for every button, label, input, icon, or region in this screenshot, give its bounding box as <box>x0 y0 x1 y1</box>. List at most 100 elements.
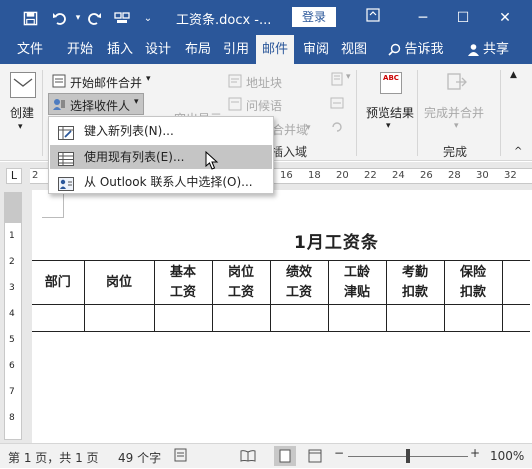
abc-icon-label: ABC <box>383 74 399 82</box>
rules-dropdown-icon[interactable]: ▾ <box>346 72 351 82</box>
tab-references[interactable]: 引用 <box>218 35 254 64</box>
tab-file[interactable]: 文件 <box>10 35 50 64</box>
mouse-cursor-icon <box>205 150 219 174</box>
quick-access-dropdown-icon[interactable]: ⌄ <box>138 8 158 28</box>
select-recipients-label: 选择收件人 <box>70 99 131 113</box>
ruler-tick: 28 <box>448 170 461 181</box>
tab-mailings[interactable]: 邮件 <box>256 35 294 64</box>
table-row[interactable] <box>32 304 530 332</box>
document-heading[interactable]: 1月工资条 <box>294 228 379 253</box>
print-layout-icon[interactable] <box>274 446 296 466</box>
preview-results-button[interactable]: 预览结果 <box>366 104 414 121</box>
web-layout-icon[interactable] <box>308 449 322 466</box>
ruler-tick: 6 <box>9 361 15 371</box>
write-insert-fields-group-label: 插入域 <box>271 145 308 159</box>
customize-quick-access-icon[interactable] <box>112 8 132 28</box>
finish-merge-icon[interactable] <box>446 72 468 97</box>
zoom-in-button[interactable]: + <box>470 446 480 460</box>
login-button[interactable]: 登录 <box>292 7 336 27</box>
envelope-icon[interactable] <box>10 72 36 98</box>
tab-tell-me[interactable]: 告诉我 <box>404 35 444 64</box>
tab-review[interactable]: 审阅 <box>298 35 334 64</box>
create-button[interactable]: 创建 <box>10 104 34 121</box>
zoom-slider-thumb[interactable] <box>406 449 410 463</box>
new-list-icon <box>58 124 74 140</box>
update-labels-icon[interactable] <box>330 120 344 137</box>
rules-icon[interactable] <box>330 72 344 89</box>
tab-selector[interactable]: L <box>6 168 22 184</box>
table-header-cell[interactable]: 基本 工资 <box>153 260 213 305</box>
menu-item-outlook-contacts[interactable]: 从 Outlook 联系人中选择(O)... <box>50 170 272 194</box>
ribbon-tabs: 文件 开始 插入 设计 布局 引用 邮件 审阅 视图 告诉我 共享 <box>0 35 532 64</box>
vertical-ruler[interactable]: 1 2 3 4 5 6 7 8 <box>4 192 22 440</box>
create-dropdown-icon[interactable]: ▾ <box>18 122 23 132</box>
share-icon[interactable] <box>466 35 480 64</box>
table-header-cell[interactable]: 绩效 工资 <box>269 260 329 305</box>
tab-insert[interactable]: 插入 <box>102 35 138 64</box>
tab-design[interactable]: 设计 <box>140 35 176 64</box>
start-mail-merge-icon[interactable] <box>52 74 66 91</box>
finish-merge-dropdown-icon[interactable]: ▾ <box>454 121 459 131</box>
document-page[interactable]: 1月工资条 部门 岗位 基本 工资 岗位 工资 绩效 工资 工龄 津贴 考勤 扣款 保险扣… <box>32 190 532 443</box>
page-count[interactable]: 第 1 页，共 1 页 <box>8 449 99 466</box>
tab-view[interactable]: 视图 <box>336 35 372 64</box>
match-fields-icon[interactable] <box>330 96 344 113</box>
ruler-tick: 16 <box>280 170 293 181</box>
ruler-tick: 1 <box>9 231 15 241</box>
address-block-icon[interactable] <box>228 74 242 91</box>
salary-table[interactable]: 部门 岗位 基本 工资 岗位 工资 绩效 工资 工龄 津贴 考勤 扣款 保险 扣款 <box>32 260 530 332</box>
outlook-contacts-icon <box>58 175 74 191</box>
tab-home[interactable]: 开始 <box>62 35 98 64</box>
table-header-cell[interactable]: 保险 扣款 <box>443 260 503 305</box>
document-title: 工资条.docx -... <box>176 13 272 28</box>
preview-results-dropdown-icon[interactable]: ▾ <box>386 121 391 131</box>
ruler-tick: 18 <box>308 170 321 181</box>
table-header-cell[interactable]: 考勤 扣款 <box>385 260 445 305</box>
ruler-tick: 24 <box>392 170 405 181</box>
redo-icon[interactable] <box>84 8 104 28</box>
ribbon-scroll-icon[interactable]: ▲ <box>510 70 517 80</box>
proofing-icon[interactable] <box>174 448 190 465</box>
table-header-cell[interactable]: 岗位 工资 <box>211 260 271 305</box>
finish-merge-button[interactable]: 完成并合并 <box>424 104 484 121</box>
collapse-ribbon-icon[interactable]: ^ <box>514 146 522 157</box>
menu-item-use-existing-list-label: 使用现有列表(E)... <box>84 150 185 164</box>
ribbon-display-options-icon[interactable] <box>362 8 384 28</box>
menu-item-outlook-contacts-label: 从 Outlook 联系人中选择(O)... <box>84 175 253 189</box>
table-header-cell[interactable]: 部门 <box>32 260 85 305</box>
maximize-icon[interactable]: ☐ <box>452 8 474 28</box>
select-recipients-dropdown-icon: ▾ <box>134 97 139 107</box>
undo-icon[interactable] <box>50 8 70 28</box>
word-count[interactable]: 49 个字 <box>118 449 161 466</box>
vertical-ruler-area: 1 2 3 4 5 6 7 8 <box>0 188 30 443</box>
minimize-icon[interactable]: ─ <box>412 8 434 28</box>
start-mail-merge-button[interactable]: 开始邮件合并 <box>70 74 142 91</box>
table-header-cell[interactable]: 工龄 津贴 <box>327 260 387 305</box>
insert-merge-field-dropdown-icon[interactable]: ▾ <box>306 123 311 133</box>
ruler-tick: 20 <box>336 170 349 181</box>
menu-item-use-existing-list[interactable]: 使用现有列表(E)... <box>50 145 272 169</box>
address-block-button[interactable]: 地址块 <box>246 74 282 91</box>
status-bar: 第 1 页，共 1 页 49 个字 − + 100% <box>0 443 532 468</box>
table-header-cell[interactable] <box>501 260 530 305</box>
close-icon[interactable]: ✕ <box>494 8 516 28</box>
insert-merge-field-button[interactable]: 合并域 <box>272 121 308 138</box>
ruler-tick: 5 <box>9 335 15 345</box>
zoom-level[interactable]: 100% <box>490 449 524 463</box>
share-button[interactable]: 共享 <box>480 35 512 64</box>
search-icon[interactable] <box>384 35 404 64</box>
select-recipients-menu: 键入新列表(N)... 使用现有列表(E)... 从 Outlook 联系人中选… <box>48 116 274 194</box>
tab-layout[interactable]: 布局 <box>180 35 216 64</box>
ruler-tick: 7 <box>9 387 15 397</box>
greeting-line-button[interactable]: 问候语 <box>246 97 282 114</box>
read-mode-icon[interactable] <box>240 449 256 465</box>
start-merge-dropdown-icon[interactable]: ▾ <box>146 74 151 84</box>
ruler-tick: 3 <box>9 283 15 293</box>
save-icon[interactable] <box>20 8 40 28</box>
menu-item-type-new-list[interactable]: 键入新列表(N)... <box>50 119 272 143</box>
zoom-out-button[interactable]: − <box>334 446 344 460</box>
table-header-cell[interactable]: 岗位 <box>83 260 155 305</box>
ruler-tick: 4 <box>9 309 15 319</box>
preview-results-icon[interactable]: ABC <box>380 72 402 94</box>
greeting-line-icon[interactable] <box>228 97 242 114</box>
